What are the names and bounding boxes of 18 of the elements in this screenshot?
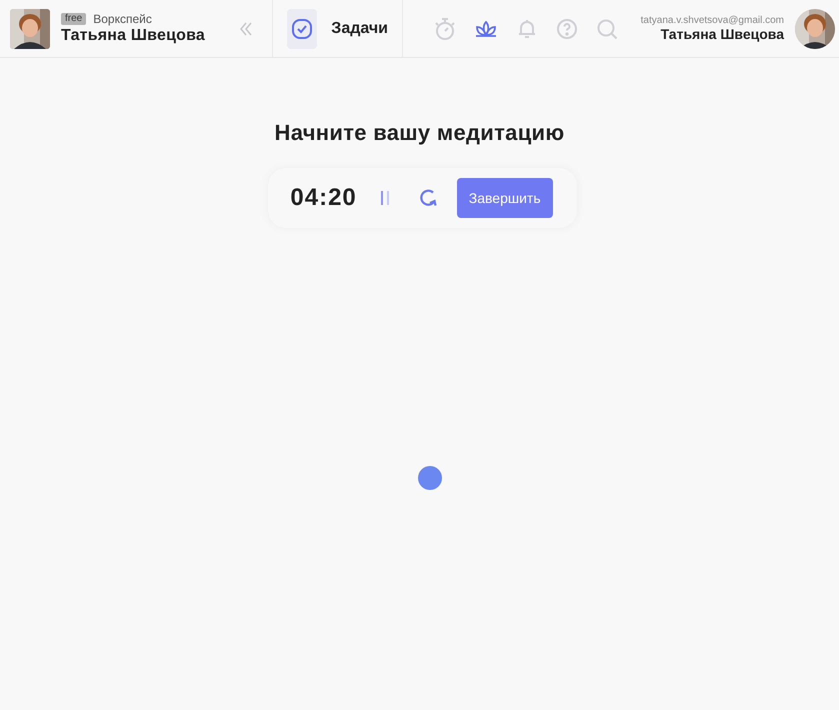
tasks-tab-button[interactable] xyxy=(287,8,318,48)
stopwatch-icon[interactable] xyxy=(434,16,456,40)
user-name: Татьяна Швецова xyxy=(61,27,206,45)
finish-button[interactable]: Завершить xyxy=(456,178,553,218)
meditation-title: Начните вашу медитацию xyxy=(274,120,564,146)
account-name: Татьяна Швецова xyxy=(660,26,784,42)
plan-badge: free xyxy=(61,13,86,25)
breathing-circle xyxy=(418,466,442,490)
bell-icon[interactable] xyxy=(516,18,538,40)
help-icon[interactable] xyxy=(556,18,578,40)
lotus-icon[interactable] xyxy=(474,18,498,38)
account-email: tatyana.v.shvetsova@gmail.com xyxy=(640,15,784,26)
search-icon[interactable] xyxy=(596,18,618,40)
timer-display: 04:20 xyxy=(290,184,357,212)
collapse-icon[interactable] xyxy=(240,20,252,36)
section-title: Задачи xyxy=(331,20,388,38)
workspace-label: Воркспейс xyxy=(93,12,152,26)
pause-icon[interactable] xyxy=(378,190,391,206)
